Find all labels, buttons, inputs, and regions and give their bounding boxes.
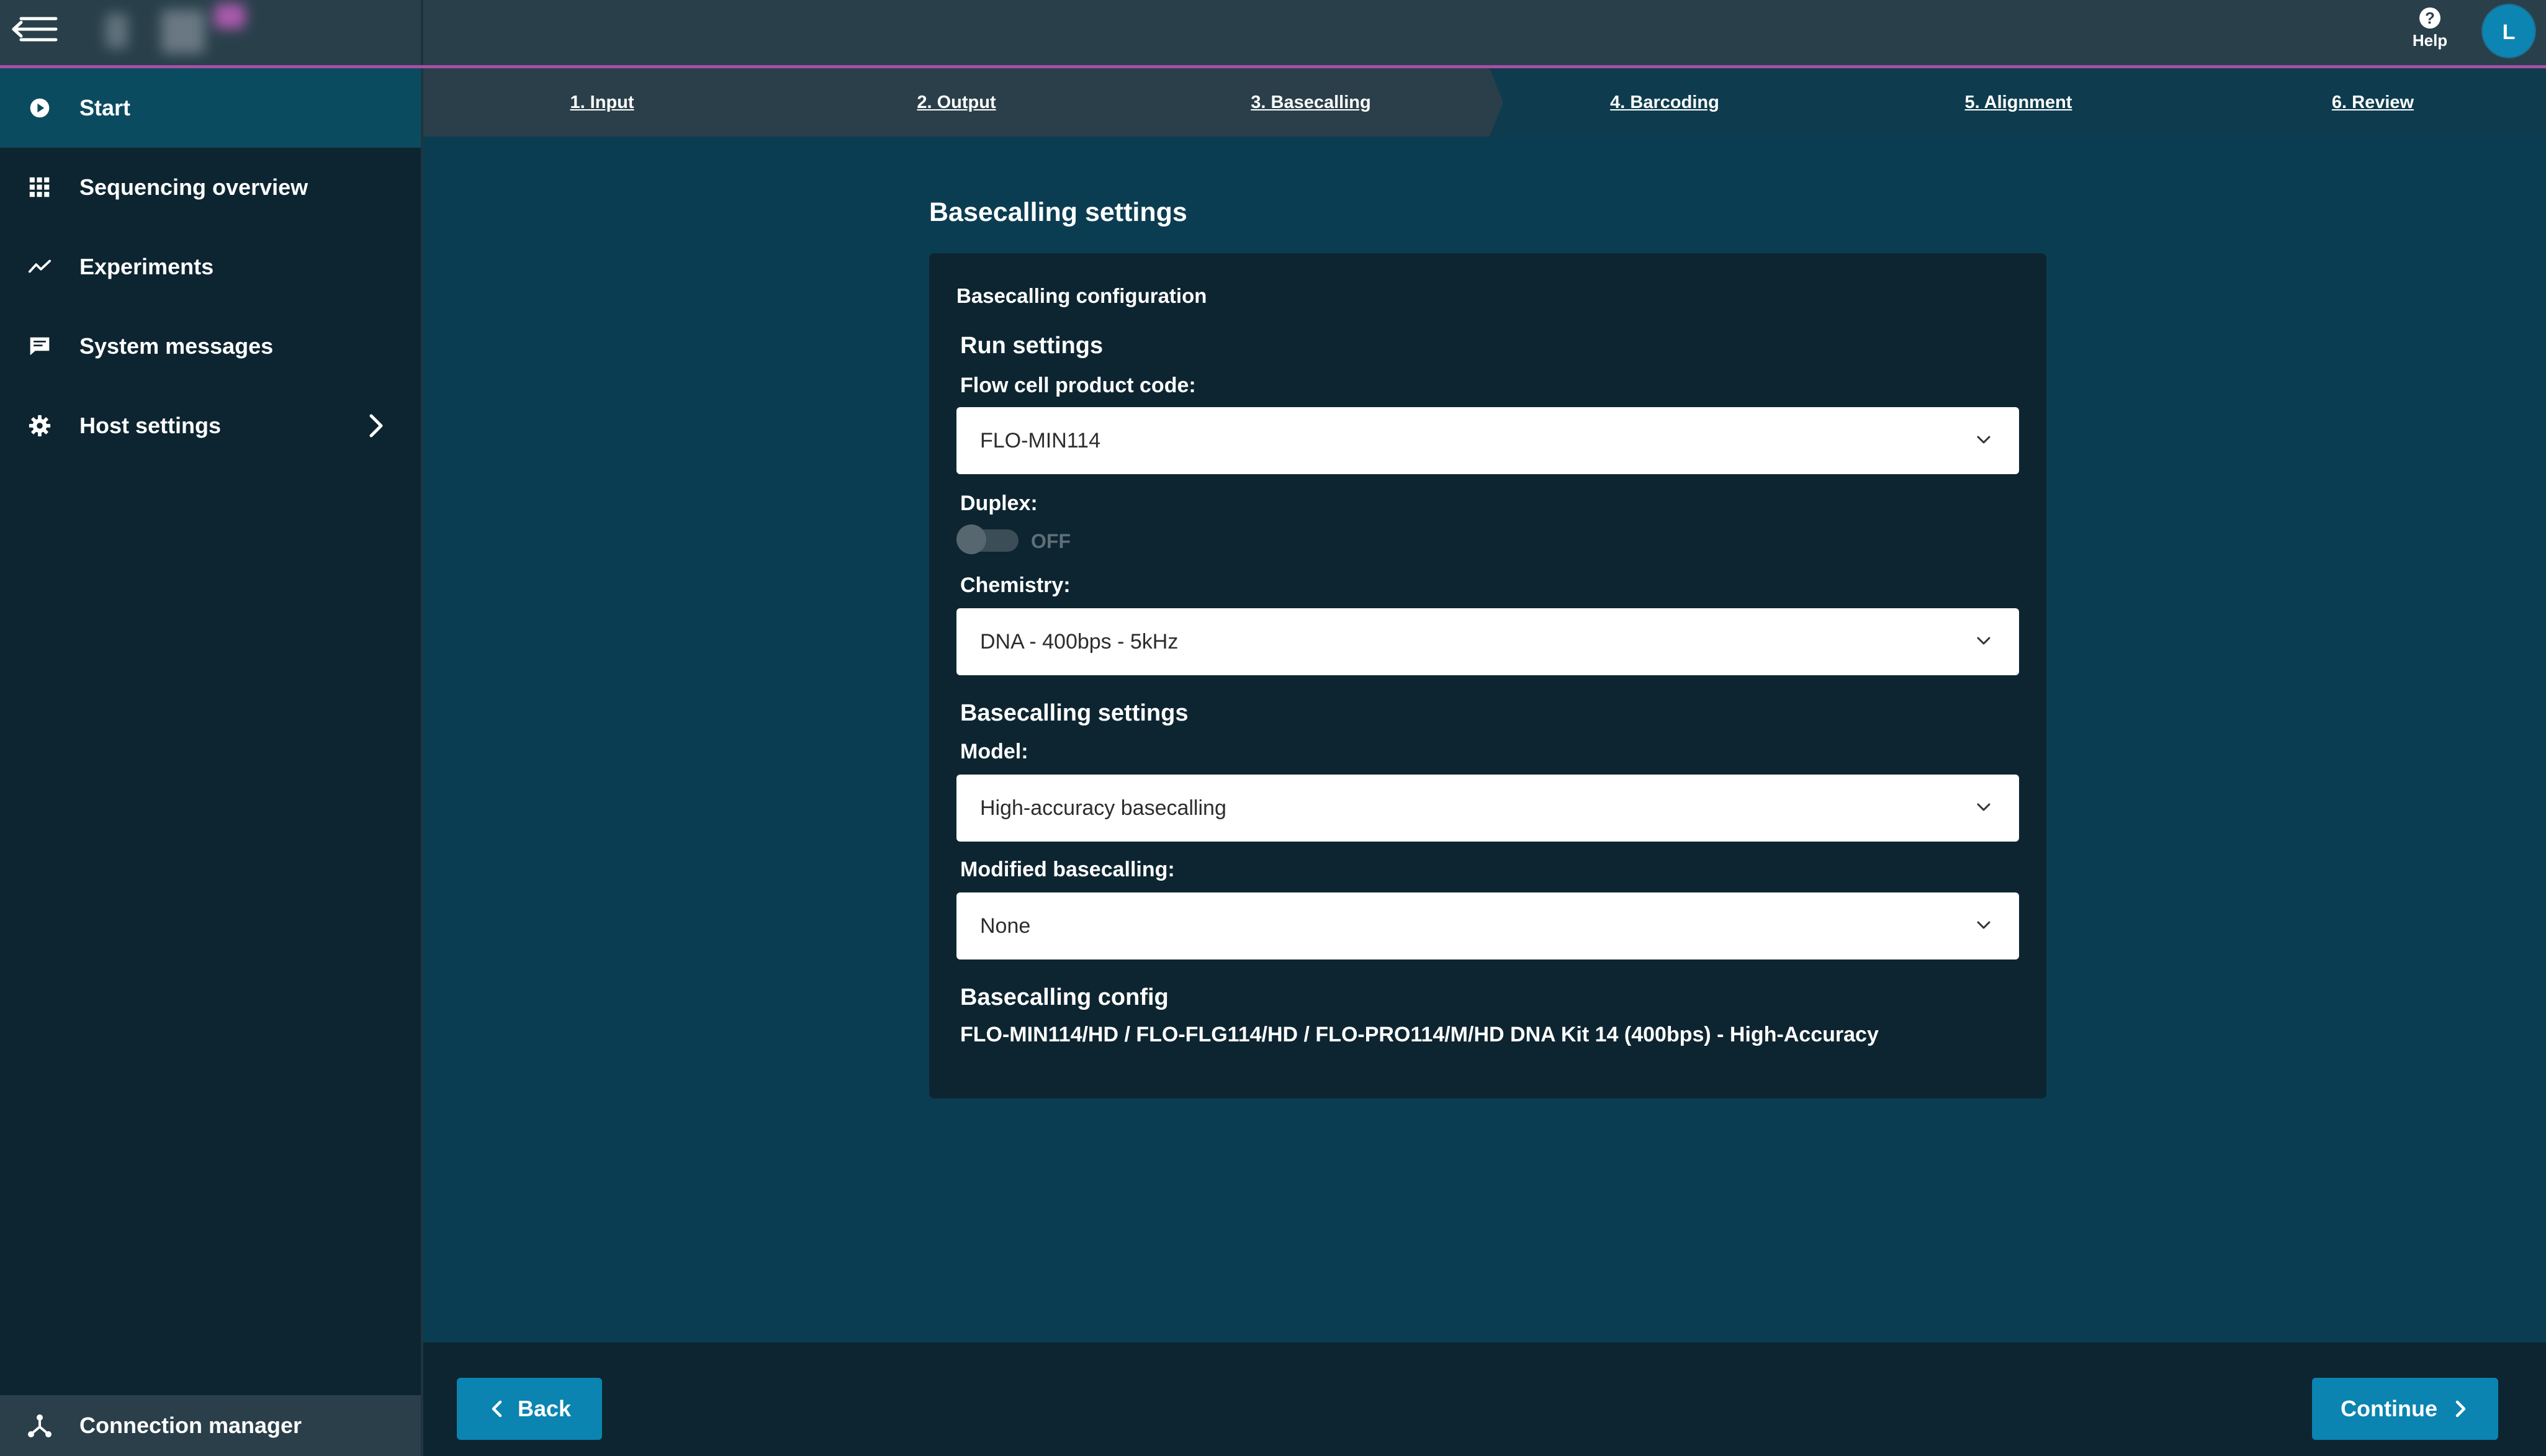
chevron-left-icon — [492, 1400, 502, 1418]
footer-bar — [423, 1342, 2546, 1456]
flow-cell-select[interactable]: FLO-MIN114 — [956, 407, 2019, 474]
basecalling-settings-heading: Basecalling settings — [960, 700, 1189, 726]
help-label: Help — [2412, 31, 2448, 50]
app-logo — [93, 4, 248, 60]
sidebar-item-label: System messages — [79, 333, 274, 359]
top-bar: ? Help L — [0, 0, 2546, 68]
sidebar: Start Sequencing overview Experiments Sy… — [0, 68, 423, 1456]
page-title: Basecalling settings — [929, 197, 1187, 227]
network-icon — [28, 1414, 52, 1437]
user-avatar[interactable]: L — [2481, 4, 2536, 58]
trend-line-icon — [27, 254, 52, 279]
sidebar-header — [0, 0, 423, 65]
card-title: Basecalling configuration — [956, 284, 1207, 307]
chemistry-label: Chemistry: — [960, 573, 1071, 597]
tab-barcoding[interactable]: 4. Barcoding — [1541, 68, 1789, 137]
continue-button[interactable]: Continue — [2312, 1378, 2498, 1440]
modified-basecalling-value: None — [980, 914, 1031, 938]
model-select[interactable]: High-accuracy basecalling — [956, 775, 2019, 842]
connection-manager-label: Connection manager — [79, 1413, 302, 1438]
help-button[interactable]: ? Help — [2402, 6, 2458, 56]
back-label: Back — [517, 1396, 572, 1421]
sidebar-item-system-messages[interactable]: System messages — [0, 307, 421, 386]
model-label: Model: — [960, 740, 1028, 763]
tab-input[interactable]: 1. Input — [478, 68, 726, 137]
chevron-down-icon — [1977, 436, 1990, 444]
help-icon: ? — [2419, 7, 2440, 29]
continue-label: Continue — [2341, 1396, 2437, 1421]
basecalling-config-card: Basecalling configuration Run settings F… — [929, 253, 2046, 1099]
sidebar-item-host-settings[interactable]: Host settings — [0, 386, 421, 465]
tab-alignment[interactable]: 5. Alignment — [1894, 68, 2143, 137]
chevron-down-icon — [1977, 637, 1990, 645]
sidebar-item-experiments[interactable]: Experiments — [0, 227, 421, 307]
modified-basecalling-label: Modified basecalling: — [960, 858, 1175, 881]
message-icon — [27, 334, 52, 359]
chevron-right-icon — [369, 414, 383, 438]
connection-manager-button[interactable]: Connection manager — [0, 1395, 421, 1456]
duplex-state: OFF — [1031, 530, 1071, 552]
chemistry-select[interactable]: DNA - 400bps - 5kHz — [956, 608, 2019, 675]
tab-output[interactable]: 2. Output — [832, 68, 1081, 137]
sidebar-item-label: Host settings — [79, 413, 222, 438]
gear-icon — [27, 413, 52, 438]
app-root: ? Help L Start Sequencing overview Exper… — [0, 0, 2546, 1456]
model-value: High-accuracy basecalling — [980, 796, 1226, 820]
duplex-label: Duplex: — [960, 492, 1038, 515]
chevron-right-icon — [2455, 1400, 2466, 1418]
flow-cell-value: FLO-MIN114 — [980, 429, 1100, 452]
flow-cell-label: Flow cell product code: — [960, 374, 1196, 397]
collapse-menu-icon[interactable] — [9, 14, 58, 45]
duplex-toggle[interactable] — [956, 523, 1019, 555]
sidebar-item-start[interactable]: Start — [0, 68, 421, 148]
sidebar-item-label: Experiments — [79, 254, 214, 279]
run-settings-heading: Run settings — [960, 333, 1104, 359]
grid-icon — [27, 175, 52, 200]
play-circle-icon — [27, 96, 52, 120]
sidebar-item-label: Start — [79, 95, 131, 120]
back-button[interactable]: Back — [457, 1378, 602, 1440]
basecalling-config-heading: Basecalling config — [960, 984, 1169, 1010]
basecalling-config-value: FLO-MIN114/HD / FLO-FLG114/HD / FLO-PRO1… — [960, 1023, 1879, 1046]
chemistry-value: DNA - 400bps - 5kHz — [980, 630, 1179, 654]
chevron-down-icon — [1977, 921, 1990, 929]
chevron-down-icon — [1977, 803, 1990, 811]
modified-basecalling-select[interactable]: None — [956, 892, 2019, 959]
tab-review[interactable]: 6. Review — [2249, 68, 2497, 137]
sidebar-item-sequencing-overview[interactable]: Sequencing overview — [0, 148, 421, 227]
sidebar-item-label: Sequencing overview — [79, 174, 308, 200]
step-tabs: 1. Input 2. Output 3. Basecalling 4. Bar… — [423, 68, 2546, 137]
tab-basecalling[interactable]: 3. Basecalling — [1187, 68, 1435, 137]
